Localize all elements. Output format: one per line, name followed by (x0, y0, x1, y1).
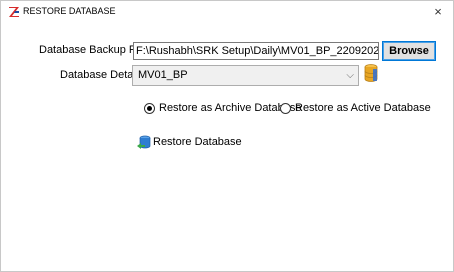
z-logo-icon (9, 7, 19, 17)
restore-database-label: Restore Database (153, 136, 242, 148)
restore-database-window: RESTORE DATABASE × Database Backup File … (0, 0, 454, 272)
backup-file-label: Database Backup File (39, 44, 147, 56)
restore-database-button[interactable]: Restore Database (136, 134, 242, 150)
window-title: RESTORE DATABASE (23, 6, 116, 16)
title-bar: RESTORE DATABASE × (1, 1, 453, 23)
browse-button[interactable]: Browse (382, 41, 436, 61)
restore-database-icon (137, 135, 151, 149)
database-details-dropdown[interactable]: MV01_BP ⌵ (132, 65, 359, 86)
close-button[interactable]: × (427, 2, 449, 22)
option-active[interactable]: Restore as Active Database (280, 101, 431, 115)
radio-archive[interactable] (144, 102, 155, 114)
option-archive[interactable]: Restore as Archive Database (144, 101, 301, 115)
backup-file-input[interactable]: F:\Rushabh\SRK Setup\Daily\MV01_BP_22092… (133, 42, 379, 60)
database-icon[interactable] (363, 63, 379, 83)
radio-active[interactable] (280, 102, 291, 114)
option-active-label: Restore as Active Database (295, 102, 431, 114)
chevron-down-icon: ⌵ (346, 70, 354, 81)
database-details-value: MV01_BP (138, 69, 188, 81)
